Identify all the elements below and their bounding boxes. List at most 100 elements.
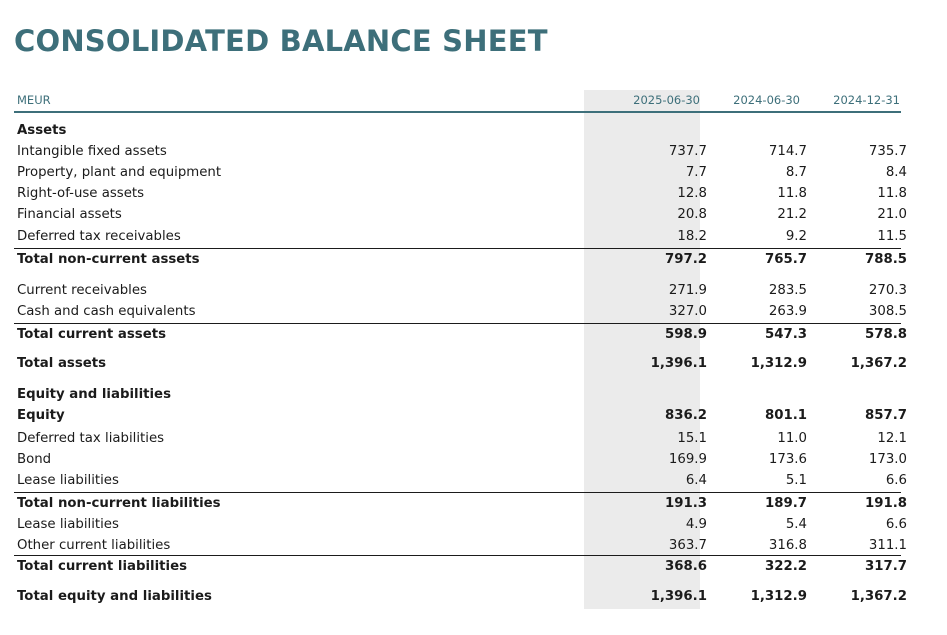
value-2025-06-30: 271.9 [668, 283, 707, 298]
value-2025-06-30: 363.7 [668, 538, 707, 553]
row-label: Bond [17, 452, 52, 467]
value-2024-06-30: 11.0 [777, 431, 807, 446]
value-2024-06-30: 322.2 [764, 559, 807, 574]
value-2024-12-31: 311.1 [868, 538, 907, 553]
value-2025-06-30: 737.7 [668, 144, 707, 159]
column-header-2024-06-30: 2024-06-30 [733, 93, 800, 107]
section-heading-equity-and-liabilities: Equity and liabilities [14, 385, 901, 405]
row-label: Cash and cash equivalents [17, 304, 196, 319]
value-2024-06-30: 9.2 [785, 229, 807, 244]
row-label: Assets [17, 123, 67, 138]
header-rule [14, 111, 901, 113]
value-2025-06-30: 797.2 [664, 252, 707, 267]
value-2024-06-30: 316.8 [768, 538, 807, 553]
value-2025-06-30: 368.6 [664, 559, 707, 574]
value-2025-06-30: 836.2 [664, 408, 707, 423]
column-header-2025-06-30: 2025-06-30 [633, 93, 700, 107]
value-2024-06-30: 8.7 [785, 165, 807, 180]
table-row: Lease liabilities 4.9 5.4 6.6 [14, 515, 907, 535]
value-2025-06-30: 1,396.1 [650, 589, 707, 604]
row-label: Total current assets [17, 327, 166, 342]
table-row: Equity 836.2 801.1 857.7 [14, 406, 907, 426]
total-row: Total non-current liabilities 191.3 189.… [14, 492, 907, 514]
value-2024-06-30: 5.4 [785, 517, 807, 532]
value-2024-06-30: 765.7 [764, 252, 807, 267]
table-row: Bond 169.9 173.6 173.0 [14, 450, 907, 470]
value-2024-12-31: 191.8 [864, 496, 907, 511]
row-label: Property, plant and equipment [17, 165, 222, 180]
value-2024-12-31: 6.6 [885, 517, 907, 532]
value-2024-12-31: 857.7 [864, 408, 907, 423]
value-2024-06-30: 1,312.9 [750, 589, 807, 604]
value-2024-06-30: 1,312.9 [750, 356, 807, 371]
total-row: Total non-current assets 797.2 765.7 788… [14, 248, 907, 270]
row-label: Total assets [17, 356, 107, 371]
value-2024-12-31: 317.7 [864, 559, 907, 574]
value-2024-06-30: 714.7 [768, 144, 807, 159]
value-2025-06-30: 191.3 [664, 496, 707, 511]
value-2024-12-31: 1,367.2 [850, 356, 907, 371]
table-row: Financial assets 20.8 21.2 21.0 [14, 205, 907, 225]
value-2024-06-30: 547.3 [764, 327, 807, 342]
value-2025-06-30: 6.4 [685, 473, 707, 488]
value-2024-06-30: 5.1 [785, 473, 807, 488]
value-2024-12-31: 6.6 [885, 473, 907, 488]
value-2024-12-31: 1,367.2 [850, 589, 907, 604]
value-2024-06-30: 189.7 [764, 496, 807, 511]
value-2024-06-30: 11.8 [777, 186, 807, 201]
row-label: Deferred tax liabilities [17, 431, 165, 446]
value-2024-12-31: 788.5 [864, 252, 907, 267]
value-2024-12-31: 578.8 [864, 327, 907, 342]
row-label: Total non-current assets [17, 252, 200, 267]
value-2024-12-31: 12.1 [877, 431, 907, 446]
value-2025-06-30: 598.9 [664, 327, 707, 342]
value-2025-06-30: 15.1 [677, 431, 707, 446]
row-label: Total equity and liabilities [17, 589, 212, 604]
value-2024-12-31: 8.4 [885, 165, 907, 180]
page-title: CONSOLIDATED BALANCE SHEET [14, 24, 548, 58]
column-header-2024-12-31: 2024-12-31 [833, 93, 900, 107]
value-2025-06-30: 1,396.1 [650, 356, 707, 371]
value-2024-12-31: 308.5 [868, 304, 907, 319]
table-row: Property, plant and equipment 7.7 8.7 8.… [14, 163, 907, 183]
unit-label: MEUR [17, 93, 51, 107]
row-label: Deferred tax receivables [17, 229, 181, 244]
value-2024-12-31: 270.3 [868, 283, 907, 298]
value-2025-06-30: 12.8 [677, 186, 707, 201]
row-label: Financial assets [17, 207, 122, 222]
row-label: Intangible fixed assets [17, 144, 167, 159]
total-row: Total current assets 598.9 547.3 578.8 [14, 323, 907, 345]
value-2025-06-30: 4.9 [685, 517, 707, 532]
table-row: Right-of-use assets 12.8 11.8 11.8 [14, 184, 907, 204]
value-2024-06-30: 173.6 [768, 452, 807, 467]
value-2024-12-31: 11.5 [877, 229, 907, 244]
value-2024-12-31: 173.0 [868, 452, 907, 467]
table-row: Current receivables 271.9 283.5 270.3 [14, 281, 907, 301]
value-2024-12-31: 21.0 [877, 207, 907, 222]
grand-total-row: Total assets 1,396.1 1,312.9 1,367.2 [14, 354, 907, 374]
table-row: Lease liabilities 6.4 5.1 6.6 [14, 471, 907, 491]
value-2024-12-31: 11.8 [877, 186, 907, 201]
row-label: Equity [17, 408, 65, 423]
value-2025-06-30: 20.8 [677, 207, 707, 222]
value-2024-12-31: 735.7 [868, 144, 907, 159]
row-label: Other current liabilities [17, 538, 171, 553]
value-2025-06-30: 18.2 [677, 229, 707, 244]
table-row: Deferred tax receivables 18.2 9.2 11.5 [14, 227, 907, 247]
row-label: Lease liabilities [17, 473, 119, 488]
value-2025-06-30: 327.0 [668, 304, 707, 319]
value-2025-06-30: 7.7 [685, 165, 707, 180]
row-label: Total current liabilities [17, 559, 188, 574]
value-2024-06-30: 21.2 [777, 207, 807, 222]
table-row: Intangible fixed assets 737.7 714.7 735.… [14, 142, 907, 162]
total-row: Total current liabilities 368.6 322.2 31… [14, 555, 907, 577]
table-row: Deferred tax liabilities 15.1 11.0 12.1 [14, 429, 907, 449]
section-heading-assets: Assets [14, 121, 901, 141]
table-row: Other current liabilities 363.7 316.8 31… [14, 536, 907, 556]
table-row: Cash and cash equivalents 327.0 263.9 30… [14, 302, 907, 322]
row-label: Current receivables [17, 283, 147, 298]
value-2024-06-30: 283.5 [768, 283, 807, 298]
row-label: Lease liabilities [17, 517, 119, 532]
row-label: Total non-current liabilities [17, 496, 221, 511]
value-2025-06-30: 169.9 [668, 452, 707, 467]
